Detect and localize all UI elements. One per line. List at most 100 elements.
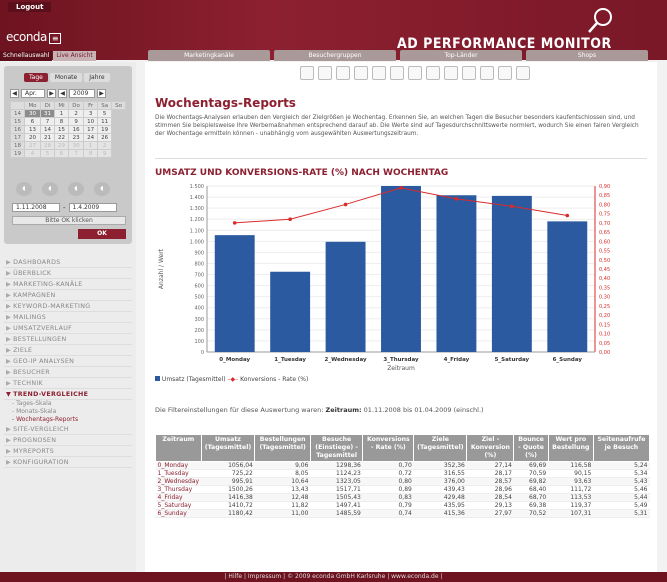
sidebar-item[interactable]: ▶ GEO-IP ANALYSEN [4, 356, 132, 367]
date-to-field[interactable]: 1.4.2009 [68, 203, 117, 212]
calendar-day[interactable]: 27 [24, 141, 41, 150]
export-icon[interactable] [390, 66, 404, 80]
calendar-day[interactable]: 18 [9, 141, 26, 150]
shortcut-icon[interactable]: ◖ [42, 182, 58, 196]
calendar-day[interactable]: 20 [24, 133, 41, 142]
calendar-day[interactable]: 14 [9, 109, 26, 118]
line-point[interactable] [232, 221, 237, 225]
list-icon[interactable] [300, 66, 314, 80]
tab-monate[interactable]: Monate [49, 73, 83, 82]
prev-year-button[interactable]: ◀ [58, 89, 67, 98]
calendar-day[interactable]: 15 [9, 117, 26, 126]
sidebar-item[interactable]: ▶ MYREPORTS [4, 446, 132, 457]
calendar-day[interactable]: 2 [68, 109, 85, 118]
line-point[interactable] [565, 213, 570, 218]
sidebar-item[interactable]: ▶ SITE-VERGLEICH [4, 424, 132, 435]
export-icon[interactable] [462, 66, 476, 80]
calendar-day[interactable]: 8 [54, 117, 70, 126]
prev-month-button[interactable]: ◀ [10, 89, 19, 98]
calendar-day[interactable]: 30 [68, 141, 85, 150]
month-field[interactable]: Apr. [21, 89, 45, 98]
bar[interactable] [325, 241, 366, 352]
shortcut-icon[interactable]: ◖ [94, 182, 110, 196]
calendar-day[interactable]: 9 [97, 149, 113, 158]
line-point[interactable] [454, 197, 459, 201]
export-icon[interactable] [444, 66, 458, 80]
tab-schnellauswahl[interactable]: Schnellauswahl [0, 51, 53, 61]
sidebar-item[interactable]: ▶ ZIELE [4, 345, 132, 356]
sidebar-item[interactable]: ▶ MARKETING-KANÄLE [4, 279, 132, 290]
calendar-day[interactable]: 30 [24, 109, 41, 118]
line-point[interactable] [399, 186, 403, 190]
calendar-day[interactable]: 15 [54, 125, 70, 134]
sidebar-item[interactable]: ▶ MAILINGS [4, 312, 132, 323]
calendar-day[interactable]: 22 [54, 133, 70, 142]
nav-top-laender[interactable]: Top-Länder [400, 50, 522, 61]
export-icon[interactable] [336, 66, 350, 80]
calendar-day[interactable]: 5 [97, 109, 113, 118]
calendar-day[interactable]: 14 [39, 125, 56, 134]
sidebar-item-active[interactable]: ▼ TREND-VERGLEICHE [4, 389, 132, 400]
calendar-day[interactable]: 6 [54, 149, 70, 158]
calendar-day[interactable]: 29 [54, 141, 70, 150]
calendar-day[interactable]: 17 [83, 125, 99, 134]
date-from-field[interactable]: 1.11.2008 [12, 203, 60, 212]
bar[interactable] [270, 271, 311, 352]
tab-jahre[interactable]: Jahre [84, 73, 110, 82]
sidebar-item[interactable]: ▶ BESTELLUNGEN [4, 334, 132, 345]
calendar-day[interactable]: 5 [39, 149, 56, 158]
nav-shops[interactable]: Shops [526, 50, 648, 61]
edit-icon[interactable] [516, 66, 530, 80]
line-point[interactable] [288, 217, 292, 221]
calendar-day[interactable]: 3 [83, 109, 99, 118]
sidebar-item[interactable]: ▶ KEYWORD-MARKETING [4, 301, 132, 312]
calendar-day[interactable]: 19 [9, 149, 26, 158]
calendar-day[interactable]: 17 [9, 133, 26, 142]
bar[interactable] [547, 221, 588, 352]
calendar-day[interactable]: 16 [9, 125, 26, 134]
tab-tage[interactable]: Tage [24, 73, 48, 82]
sidebar-item[interactable]: ▶ UMSATZVERLAUF [4, 323, 132, 334]
edit-icon[interactable] [498, 66, 512, 80]
export-icon[interactable] [408, 66, 422, 80]
export-icon[interactable] [354, 66, 368, 80]
calendar-day[interactable]: 8 [83, 149, 99, 158]
calendar-day[interactable]: 9 [68, 117, 85, 126]
calendar-day[interactable]: 23 [68, 133, 85, 142]
logout-button[interactable]: Logout [8, 2, 52, 12]
calendar-day[interactable]: 7 [39, 117, 56, 126]
calendar-day[interactable]: 21 [39, 133, 56, 142]
calendar-day[interactable]: 11 [97, 117, 113, 126]
ok-button[interactable]: OK [78, 229, 126, 239]
line-point[interactable] [343, 202, 348, 207]
calendar-day[interactable]: 26 [97, 133, 113, 142]
calendar-day[interactable]: 19 [97, 125, 113, 134]
export-icon[interactable] [372, 66, 386, 80]
tab-live-ansicht[interactable]: Live Ansicht [53, 51, 96, 61]
export-icon[interactable] [426, 66, 440, 80]
line-point[interactable] [510, 204, 514, 209]
calendar-day[interactable]: 1 [83, 141, 99, 150]
calendar-day[interactable]: 6 [24, 117, 41, 126]
calendar-day[interactable]: 28 [39, 141, 56, 150]
year-field[interactable]: 2009 [69, 89, 95, 98]
bar[interactable] [491, 195, 532, 352]
calendar-day[interactable]: 10 [83, 117, 99, 126]
calendar-day[interactable]: 16 [68, 125, 85, 134]
calendar-day[interactable]: 2 [97, 141, 113, 150]
nav-marketingkanaele[interactable]: Marketingkanäle [148, 50, 270, 61]
calendar-day[interactable]: 31 [39, 109, 56, 118]
sidebar-item[interactable]: ▶ KONFIGURATION [4, 457, 132, 468]
print-icon[interactable] [480, 66, 494, 80]
calendar-day[interactable]: 1 [54, 109, 70, 118]
bar[interactable] [214, 235, 255, 352]
sidebar-subitem[interactable]: - Tages-Skala [4, 400, 132, 408]
nav-besuchergruppen[interactable]: Besuchergruppen [274, 50, 396, 61]
sidebar-item[interactable]: ▶ BESUCHER [4, 367, 132, 378]
next-year-button[interactable]: ▶ [97, 89, 106, 98]
filter-icon[interactable] [318, 66, 332, 80]
sidebar-item[interactable]: ▶ ÜBERBLICK [4, 268, 132, 279]
calendar-day[interactable]: 4 [24, 149, 41, 158]
sidebar-subitem[interactable]: - Wochentags-Reports [4, 416, 132, 424]
sidebar-item[interactable]: ▶ KAMPAGNEN [4, 290, 132, 301]
